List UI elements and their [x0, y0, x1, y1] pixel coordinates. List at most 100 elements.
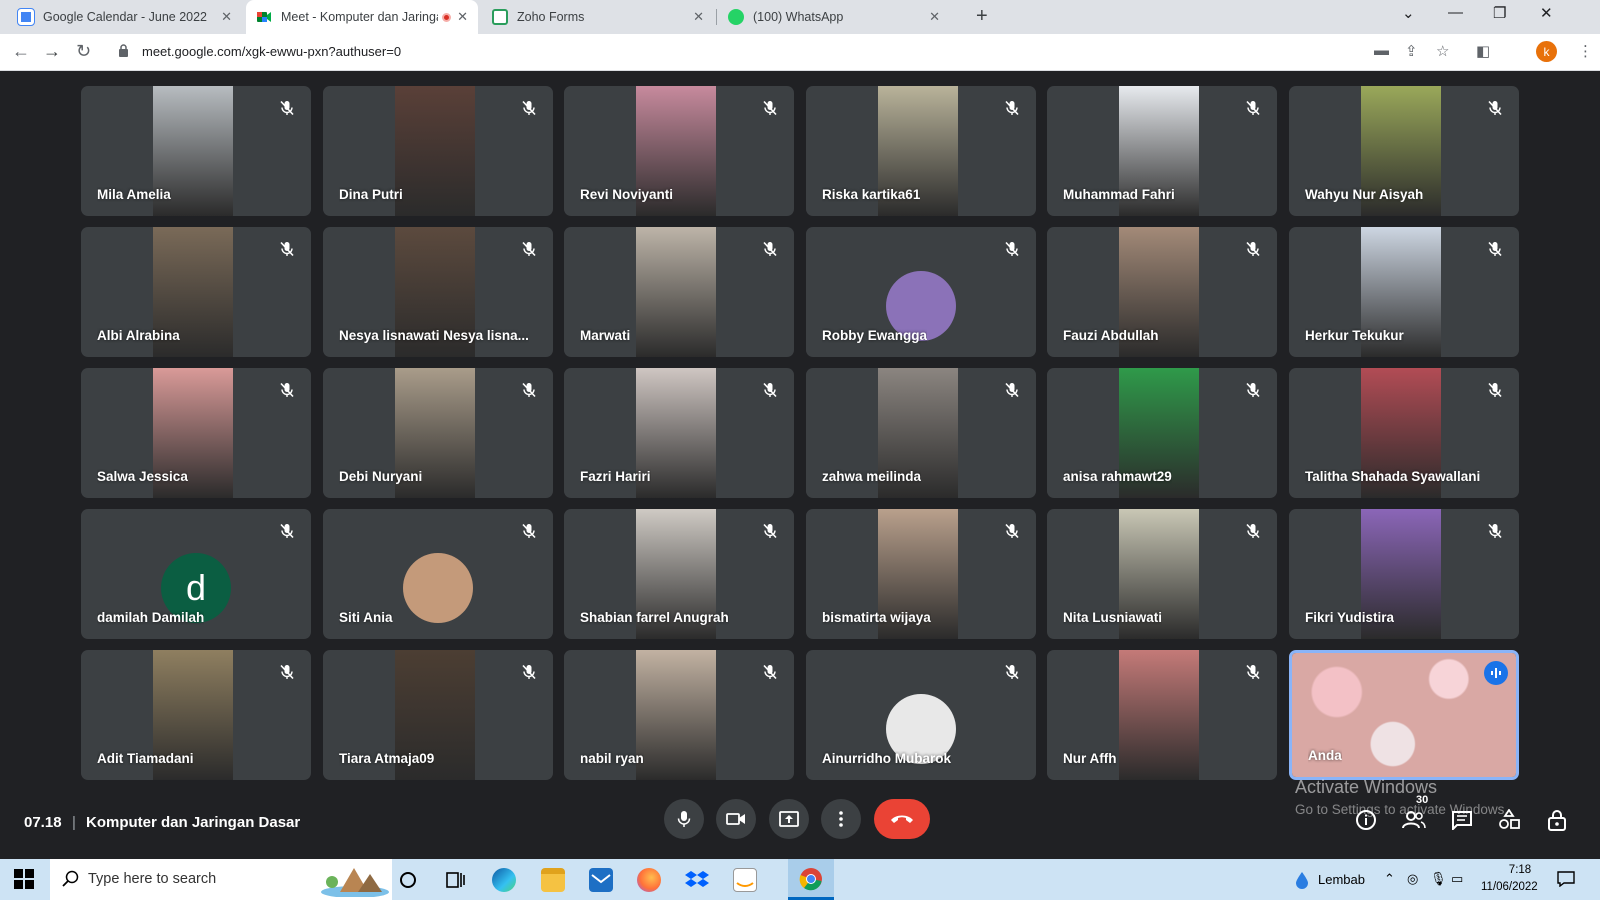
tab-close-icon[interactable]: ✕	[221, 9, 232, 25]
participant-tile[interactable]: Fauzi Abdullah	[1047, 227, 1277, 357]
self-participant-tile[interactable]: Anda	[1289, 650, 1519, 780]
participant-tile[interactable]: Muhammad Fahri	[1047, 86, 1277, 216]
mic-muted-icon	[763, 523, 777, 539]
participant-video	[636, 227, 716, 357]
participant-tile[interactable]: Fikri Yudistira	[1289, 509, 1519, 639]
url-field[interactable]: meet.google.com/xgk-ewwu-pxn?authuser=0	[142, 44, 401, 59]
participant-tile[interactable]: Nita Lusniawati	[1047, 509, 1277, 639]
participant-tile[interactable]: Mila Amelia	[81, 86, 311, 216]
tab-google-calendar[interactable]: Google Calendar - June 2022 ✕	[8, 0, 242, 34]
dropbox-icon[interactable]	[685, 868, 709, 892]
host-controls-button[interactable]	[1545, 808, 1569, 832]
chrome-taskbar-button[interactable]	[788, 859, 834, 900]
mic-muted-icon	[1005, 664, 1019, 680]
activities-icon	[1499, 809, 1520, 829]
participant-name: Muhammad Fahri	[1063, 187, 1175, 202]
share-icon[interactable]: ⇪	[1405, 42, 1418, 60]
tab-google-meet[interactable]: Meet - Komputer dan Jaringan ✕	[246, 0, 478, 34]
profile-avatar[interactable]: k	[1536, 41, 1557, 62]
participant-tile[interactable]: Nesya lisnawati Nesya lisna...	[323, 227, 553, 357]
people-button[interactable]	[1402, 808, 1426, 832]
participant-name: Fauzi Abdullah	[1063, 328, 1159, 343]
participant-tile[interactable]: Ainurridho Mubarok	[806, 650, 1036, 780]
info-icon	[1356, 810, 1376, 830]
tray-mic-icon[interactable]: 🎙	[1430, 871, 1447, 887]
camera-blocked-icon[interactable]: ▬	[1374, 42, 1389, 59]
browser-menu-icon[interactable]: ⋮	[1578, 42, 1593, 60]
tray-expand-icon[interactable]: ⌃	[1384, 871, 1395, 887]
mic-toggle-button[interactable]	[664, 799, 704, 839]
task-view-icon[interactable]	[443, 868, 467, 892]
participant-tile[interactable]: Salwa Jessica	[81, 368, 311, 498]
more-options-button[interactable]	[821, 799, 861, 839]
weather-label[interactable]: Lembab	[1318, 872, 1365, 887]
bookmark-star-icon[interactable]: ☆	[1436, 42, 1449, 60]
participant-tile[interactable]: nabil ryan	[564, 650, 794, 780]
new-tab-icon[interactable]: +	[976, 5, 988, 28]
participant-tile[interactable]: Marwati	[564, 227, 794, 357]
mail-icon[interactable]	[589, 868, 613, 892]
firefox-icon[interactable]	[637, 868, 661, 892]
humidity-weather-icon[interactable]	[1292, 870, 1312, 890]
tab-close-icon[interactable]: ✕	[457, 9, 468, 25]
taskbar-clock-date[interactable]: 11/06/2022	[1481, 881, 1538, 893]
participant-tile[interactable]: Tiara Atmaja09	[323, 650, 553, 780]
tray-camera-icon[interactable]: ◎	[1407, 871, 1418, 887]
mic-muted-icon	[1005, 382, 1019, 398]
file-explorer-icon[interactable]	[541, 868, 565, 892]
participant-tile[interactable]: Adit Tiamadani	[81, 650, 311, 780]
close-window-icon[interactable]: ✕	[1540, 4, 1553, 22]
tab-close-icon[interactable]: ✕	[929, 9, 940, 25]
tab-zoho-forms[interactable]: Zoho Forms ✕	[482, 0, 714, 34]
minimize-icon[interactable]: —	[1448, 4, 1463, 21]
participant-name: nabil ryan	[580, 751, 644, 766]
amazon-icon[interactable]	[733, 868, 757, 892]
taskbar-search-box[interactable]: Type here to search	[50, 859, 392, 900]
mic-muted-icon	[763, 241, 777, 257]
lock-icon[interactable]	[118, 44, 129, 57]
meeting-clock: 07.18	[24, 814, 62, 831]
tray-network-icon[interactable]: ▭	[1451, 871, 1463, 887]
forward-icon[interactable]: →	[43, 41, 61, 62]
participant-tile[interactable]: Riska kartika61	[806, 86, 1036, 216]
meeting-details-button[interactable]	[1354, 808, 1378, 832]
participant-tile[interactable]: Albi Alrabina	[81, 227, 311, 357]
participant-tile[interactable]: Fazri Hariri	[564, 368, 794, 498]
reload-icon[interactable]: ↻	[76, 41, 91, 62]
side-panel-icon[interactable]: ◧	[1476, 42, 1490, 60]
participant-tile[interactable]: Wahyu Nur Aisyah	[1289, 86, 1519, 216]
participant-tile[interactable]: Nur Affh	[1047, 650, 1277, 780]
participant-tile[interactable]: bismatirta wijaya	[806, 509, 1036, 639]
activities-button[interactable]	[1497, 808, 1521, 832]
participant-name: anisa rahmawt29	[1063, 469, 1172, 484]
participant-tile[interactable]: Debi Nuryani	[323, 368, 553, 498]
participant-tile[interactable]: Dina Putri	[323, 86, 553, 216]
notifications-icon[interactable]	[1557, 871, 1575, 887]
chat-button[interactable]	[1450, 808, 1474, 832]
participant-tile[interactable]: zahwa meilinda	[806, 368, 1036, 498]
participant-name: Mila Amelia	[97, 187, 171, 202]
participant-name: damilah Damilah	[97, 610, 205, 625]
cortana-icon[interactable]	[396, 868, 420, 892]
back-icon[interactable]: ←	[12, 41, 30, 62]
participant-tile[interactable]: Herkur Tekukur	[1289, 227, 1519, 357]
participant-tile[interactable]: anisa rahmawt29	[1047, 368, 1277, 498]
tab-search-chevron-icon[interactable]: ⌄	[1402, 4, 1415, 22]
participant-tile[interactable]: Revi Noviyanti	[564, 86, 794, 216]
leave-call-button[interactable]	[874, 799, 930, 839]
mic-muted-icon	[280, 382, 294, 398]
camera-toggle-button[interactable]	[716, 799, 756, 839]
restore-icon[interactable]: ❐	[1493, 4, 1506, 22]
windows-start-icon[interactable]	[14, 869, 34, 889]
tab-close-icon[interactable]: ✕	[693, 9, 704, 25]
present-screen-button[interactable]	[769, 799, 809, 839]
taskbar-clock-time[interactable]: 7:18	[1495, 864, 1545, 876]
tab-whatsapp[interactable]: (100) WhatsApp ✕	[718, 0, 950, 34]
participant-tile[interactable]: d damilah Damilah	[81, 509, 311, 639]
participant-name: Robby Ewangga	[822, 328, 928, 343]
participant-tile[interactable]: Siti Ania	[323, 509, 553, 639]
participant-tile[interactable]: Robby Ewangga	[806, 227, 1036, 357]
participant-tile[interactable]: Talitha Shahada Syawallani	[1289, 368, 1519, 498]
edge-icon[interactable]	[492, 868, 516, 892]
participant-tile[interactable]: Shabian farrel Anugrah	[564, 509, 794, 639]
